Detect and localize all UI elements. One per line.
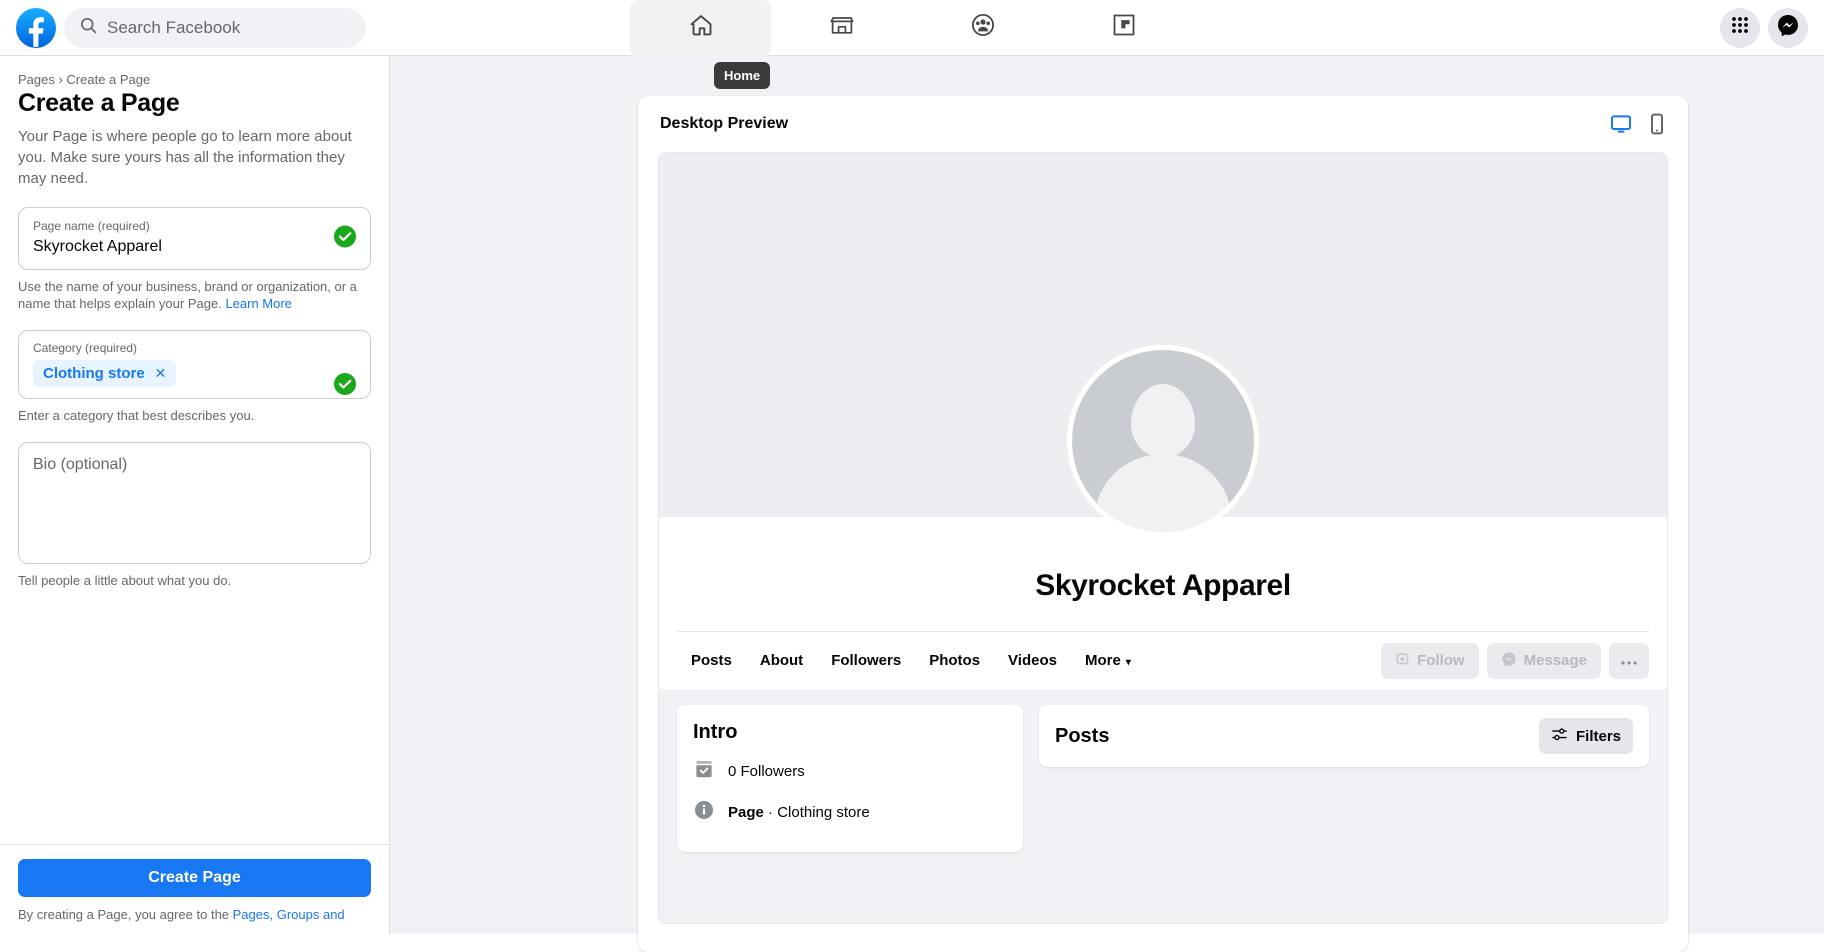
category-chip[interactable]: Clothing store ✕ bbox=[33, 360, 176, 387]
search-placeholder: Search Facebook bbox=[107, 18, 240, 38]
tab-photos-label: Photos bbox=[929, 652, 980, 669]
home-tooltip: Home bbox=[714, 62, 770, 89]
green-check-icon bbox=[334, 225, 356, 252]
marketplace-icon bbox=[828, 11, 856, 44]
message-button-label: Message bbox=[1524, 652, 1587, 669]
bio-textarea[interactable]: Bio (optional) bbox=[18, 442, 371, 564]
page-category-bold: Page bbox=[728, 804, 764, 821]
facebook-logo[interactable] bbox=[16, 8, 56, 48]
top-navigation-bar: Search Facebook bbox=[0, 0, 1824, 56]
home-icon bbox=[687, 11, 715, 44]
tab-about-label: About bbox=[760, 652, 803, 669]
avatar[interactable] bbox=[1067, 345, 1259, 537]
chevron-down-icon: ▾ bbox=[1126, 657, 1131, 668]
more-dots-icon bbox=[1620, 650, 1638, 671]
desktop-preview-card: Desktop Preview bbox=[638, 96, 1688, 952]
learn-more-link[interactable]: Learn More bbox=[225, 296, 291, 311]
tab-videos[interactable]: Videos bbox=[994, 644, 1071, 677]
filters-button-label: Filters bbox=[1576, 728, 1621, 745]
posts-title: Posts bbox=[1055, 725, 1109, 748]
topbar-nav-tabs bbox=[630, 0, 1194, 56]
category-field[interactable]: Category (required) Clothing store ✕ bbox=[18, 330, 371, 399]
nav-tab-home[interactable] bbox=[630, 0, 771, 56]
page-category-suffix: · Clothing store bbox=[764, 804, 870, 821]
tab-about[interactable]: About bbox=[746, 644, 817, 677]
tab-followers-label: Followers bbox=[831, 652, 901, 669]
preview-header: Desktop Preview bbox=[638, 96, 1688, 152]
category-chip-label: Clothing store bbox=[43, 365, 145, 382]
message-button[interactable]: Message bbox=[1487, 643, 1601, 679]
tab-posts-label: Posts bbox=[691, 652, 732, 669]
page-description: Your Page is where people go to learn mo… bbox=[18, 126, 371, 189]
gaming-icon bbox=[1111, 12, 1137, 43]
page-name-preview: Skyrocket Apparel bbox=[659, 569, 1667, 603]
page-name-value: Skyrocket Apparel bbox=[33, 235, 322, 259]
page-name-label: Page name (required) bbox=[33, 218, 322, 234]
tab-followers[interactable]: Followers bbox=[817, 644, 915, 677]
close-icon[interactable]: ✕ bbox=[155, 365, 167, 382]
mobile-phone-icon[interactable] bbox=[1648, 113, 1666, 135]
follow-button[interactable]: Follow bbox=[1381, 643, 1479, 679]
tab-more-label: More bbox=[1085, 652, 1121, 669]
info-circle-icon bbox=[693, 799, 715, 826]
preview-device-toggles bbox=[1610, 113, 1666, 135]
page-name-helper: Use the name of your business, brand or … bbox=[18, 278, 371, 312]
create-page-button[interactable]: Create Page bbox=[18, 859, 371, 897]
sidebar-form: Pages › Create a Page Create a Page Your… bbox=[0, 56, 389, 844]
green-check-icon bbox=[334, 373, 356, 400]
search-icon bbox=[80, 17, 97, 39]
profile-tabs-row: Posts About Followers Photos Videos bbox=[677, 631, 1649, 689]
terms-link[interactable]: Pages, Groups and bbox=[233, 907, 345, 922]
nav-tab-groups[interactable] bbox=[912, 0, 1053, 56]
more-options-button[interactable] bbox=[1609, 643, 1649, 679]
desktop-monitor-icon[interactable] bbox=[1610, 113, 1632, 135]
create-page-sidebar: Pages › Create a Page Create a Page Your… bbox=[0, 56, 390, 934]
breadcrumb[interactable]: Pages › Create a Page bbox=[18, 72, 371, 87]
nav-tab-marketplace[interactable] bbox=[771, 0, 912, 56]
sidebar-footer: Create Page By creating a Page, you agre… bbox=[0, 844, 389, 934]
grid-menu-icon bbox=[1730, 15, 1750, 40]
followers-count-text: 0 Followers bbox=[728, 763, 805, 780]
default-avatar-icon bbox=[1072, 350, 1254, 532]
page-name-field[interactable]: Page name (required) Skyrocket Apparel bbox=[18, 207, 371, 270]
profile-action-buttons: Follow Message bbox=[1381, 643, 1649, 679]
profile-lower-section: Intro 0 Followers bbox=[659, 689, 1667, 924]
grid-menu-button[interactable] bbox=[1720, 8, 1760, 48]
posts-card: Posts Filters bbox=[1039, 705, 1649, 767]
page-title: Create a Page bbox=[18, 89, 371, 118]
topbar-right-actions bbox=[1720, 8, 1808, 48]
messenger-icon bbox=[1776, 13, 1800, 42]
messenger-icon bbox=[1501, 651, 1517, 671]
filters-button[interactable]: Filters bbox=[1539, 718, 1633, 754]
terms-text: By creating a Page, you agree to the Pag… bbox=[18, 906, 371, 924]
messenger-button[interactable] bbox=[1768, 8, 1808, 48]
followers-bag-check-icon bbox=[693, 758, 715, 785]
tab-more[interactable]: More ▾ bbox=[1071, 644, 1145, 677]
intro-title: Intro bbox=[693, 721, 1007, 744]
preview-stage: Desktop Preview bbox=[390, 56, 1824, 934]
topbar-left: Search Facebook bbox=[0, 8, 366, 48]
search-input[interactable]: Search Facebook bbox=[64, 8, 366, 48]
page-category-text: Page · Clothing store bbox=[728, 804, 870, 821]
tab-posts[interactable]: Posts bbox=[677, 644, 746, 677]
terms-prefix: By creating a Page, you agree to the bbox=[18, 907, 233, 922]
filters-sliders-icon bbox=[1551, 726, 1568, 747]
bio-placeholder: Bio (optional) bbox=[33, 456, 127, 473]
category-label: Category (required) bbox=[33, 340, 322, 356]
tab-videos-label: Videos bbox=[1008, 652, 1057, 669]
category-helper: Enter a category that best describes you… bbox=[18, 407, 371, 424]
nav-tab-gaming[interactable] bbox=[1053, 0, 1194, 56]
intro-row-followers: 0 Followers bbox=[693, 758, 1007, 785]
page-name-helper-text: Use the name of your business, brand or … bbox=[18, 279, 357, 311]
intro-row-category: Page · Clothing store bbox=[693, 799, 1007, 826]
bio-helper: Tell people a little about what you do. bbox=[18, 572, 371, 589]
preview-title: Desktop Preview bbox=[660, 115, 788, 133]
intro-card: Intro 0 Followers bbox=[677, 705, 1023, 852]
page-profile-preview: Skyrocket Apparel Posts About Followers … bbox=[658, 152, 1668, 924]
profile-tabs: Posts About Followers Photos Videos bbox=[677, 644, 1145, 677]
groups-icon bbox=[969, 11, 997, 44]
add-person-icon bbox=[1395, 651, 1410, 670]
tab-photos[interactable]: Photos bbox=[915, 644, 994, 677]
follow-button-label: Follow bbox=[1417, 652, 1465, 669]
